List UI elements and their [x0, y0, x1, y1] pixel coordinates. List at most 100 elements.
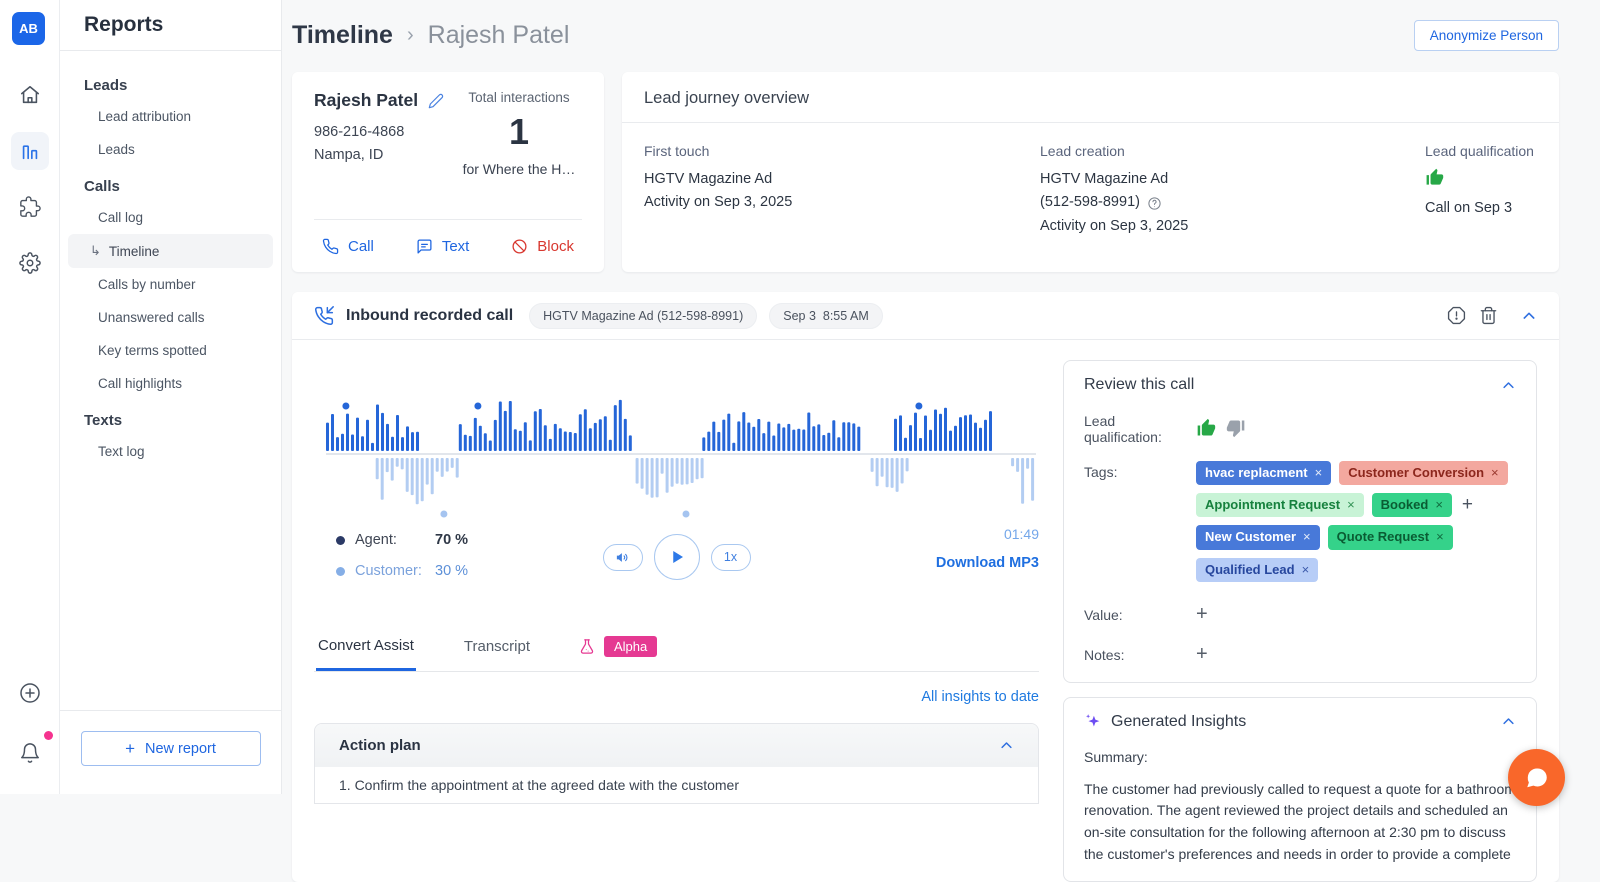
add-note-button[interactable]: + [1196, 644, 1208, 664]
sidebar-item-text-log[interactable]: Text log [68, 435, 273, 468]
anonymize-person-button[interactable]: Anonymize Person [1414, 20, 1559, 51]
collapse-call-icon[interactable] [1521, 308, 1537, 324]
journey-column-first-touch: First touch HGTV Magazine AdActivity on S… [644, 143, 1040, 238]
collapse-insights-icon[interactable] [1501, 714, 1516, 729]
tab-convert-assist[interactable]: Convert Assist [316, 637, 416, 671]
add-icon[interactable] [11, 674, 49, 712]
generated-insights-panel: Generated Insights Summary: The customer… [1063, 697, 1537, 882]
journey-line: Call on Sep 3 [1425, 197, 1537, 220]
journey-column-lead-qualification: Lead qualification Call on Sep 3 [1425, 143, 1537, 238]
tag-qualified-lead[interactable]: Qualified Lead× [1196, 558, 1318, 582]
tag-booked[interactable]: Booked× [1372, 493, 1452, 517]
journey-column-label: First touch [644, 143, 1040, 159]
edit-icon[interactable] [428, 93, 444, 109]
delete-icon[interactable] [1479, 306, 1498, 325]
sidebar-item-call-highlights[interactable]: Call highlights [68, 367, 273, 400]
tags-list: hvac replacment× Customer Conversion× Appo… [1196, 461, 1516, 582]
qualification-label: Lead qualification: [1084, 410, 1196, 445]
collapse-review-icon[interactable] [1501, 378, 1516, 393]
remove-tag-icon[interactable]: × [1347, 496, 1355, 514]
review-title: Review this call [1084, 376, 1194, 394]
tag-customer-conversion[interactable]: Customer Conversion× [1339, 461, 1507, 485]
tag-appointment-request[interactable]: Appointment Request× [1196, 493, 1364, 517]
sidebar-item-unanswered-calls[interactable]: Unanswered calls [68, 301, 273, 334]
call-waveform[interactable] [326, 388, 1036, 518]
add-tag-button[interactable]: + [1460, 494, 1475, 516]
lead-phone: 986-216-4868 [314, 124, 444, 140]
integrations-icon[interactable] [11, 188, 49, 226]
lead-name: Rajesh Patel [314, 90, 418, 111]
sidebar-item-call-log[interactable]: Call log [68, 201, 273, 234]
tag-quote-request[interactable]: Quote Request× [1328, 525, 1453, 549]
sidebar-item-key-terms-spotted[interactable]: Key terms spotted [68, 334, 273, 367]
notes-label: Notes: [1084, 644, 1196, 664]
journey-line: Activity on Sep 3, 2025 [644, 191, 1040, 214]
block-button[interactable]: Block [511, 238, 574, 255]
notification-dot [44, 731, 53, 740]
call-source-pill[interactable]: HGTV Magazine Ad (512-598-8991) [529, 303, 757, 329]
talk-stat-customer: Customer:30 % [336, 563, 468, 579]
thumbs-down-icon[interactable] [1226, 418, 1246, 438]
call-label: Call [348, 238, 374, 255]
plus-icon: + [125, 739, 135, 759]
avatar[interactable]: AB [12, 12, 45, 45]
journey-columns: First touchHGTV Magazine AdActivity on S… [622, 123, 1559, 258]
call-button[interactable]: Call [322, 238, 374, 255]
sidebar-title: Reports [60, 0, 281, 51]
playback-speed-button[interactable]: 1x [711, 544, 751, 571]
remove-tag-icon[interactable]: × [1302, 561, 1310, 579]
help-icon[interactable] [1147, 196, 1162, 211]
tag-hvac-replacment[interactable]: hvac replacment× [1196, 461, 1331, 485]
volume-button[interactable] [603, 544, 643, 571]
subnav-arrow-icon: ↳ [90, 243, 101, 259]
report-issue-icon[interactable] [1447, 306, 1466, 325]
new-report-label: New report [145, 741, 216, 757]
total-interactions-label: Total interactions [456, 90, 582, 105]
remove-tag-icon[interactable]: × [1435, 496, 1443, 514]
inbound-call-icon [314, 306, 334, 326]
journey-title: Lead journey overview [622, 72, 1559, 123]
call-duration: 01:49 [936, 526, 1039, 542]
remove-tag-icon[interactable]: × [1303, 528, 1311, 546]
block-icon [511, 238, 528, 255]
nav-section-calls: Calls [60, 166, 281, 201]
breadcrumb-parent[interactable]: Timeline [292, 21, 393, 50]
reports-icon[interactable] [11, 132, 49, 170]
journey-column-label: Lead qualification [1425, 143, 1537, 159]
settings-icon[interactable] [11, 244, 49, 282]
journey-line: HGTV Magazine Ad [644, 168, 1040, 191]
qualified-thumb-up-icon [1425, 168, 1537, 192]
sidebar-item-lead-attribution[interactable]: Lead attribution [68, 100, 273, 133]
play-button[interactable] [654, 534, 700, 580]
remove-tag-icon[interactable]: × [1491, 464, 1499, 482]
journey-column-lead-creation: Lead creationHGTV Magazine Ad(512-598-89… [1040, 143, 1425, 238]
sparkles-icon [1084, 713, 1102, 731]
remove-tag-icon[interactable]: × [1436, 528, 1444, 546]
call-title: Inbound recorded call [346, 307, 513, 325]
sidebar-item-leads[interactable]: Leads [68, 133, 273, 166]
home-icon[interactable] [11, 76, 49, 114]
add-value-button[interactable]: + [1196, 604, 1208, 624]
tag-new-customer[interactable]: New Customer× [1196, 525, 1320, 549]
notifications-icon[interactable] [11, 734, 49, 772]
text-button[interactable]: Text [416, 238, 470, 255]
review-call-panel: Review this call Lead qualification: Tag… [1063, 360, 1537, 683]
flask-icon [578, 638, 596, 656]
remove-tag-icon[interactable]: × [1315, 464, 1323, 482]
breadcrumb-current: Rajesh Patel [428, 21, 570, 50]
collapse-action-plan-icon[interactable] [999, 738, 1014, 753]
sidebar-item-timeline[interactable]: ↳Timeline [68, 234, 273, 268]
alpha-badge: Alpha [604, 636, 657, 657]
call-time-pill: Sep 3 8:55 AM [769, 303, 882, 329]
tab-transcript[interactable]: Transcript [462, 638, 532, 669]
all-insights-link[interactable]: All insights to date [921, 689, 1039, 705]
value-label: Value: [1084, 604, 1196, 624]
nav-section-texts: Texts [60, 400, 281, 435]
sidebar-item-calls-by-number[interactable]: Calls by number [68, 268, 273, 301]
download-mp3-link[interactable]: Download MP3 [936, 555, 1039, 571]
call-tabs: Convert Assist Transcript Alpha [314, 636, 1039, 672]
chat-launcher[interactable] [1508, 749, 1565, 806]
new-report-button[interactable]: + New report [81, 731, 261, 766]
thumbs-up-icon[interactable] [1196, 418, 1216, 438]
journey-line: Activity on Sep 3, 2025 [1040, 215, 1425, 238]
